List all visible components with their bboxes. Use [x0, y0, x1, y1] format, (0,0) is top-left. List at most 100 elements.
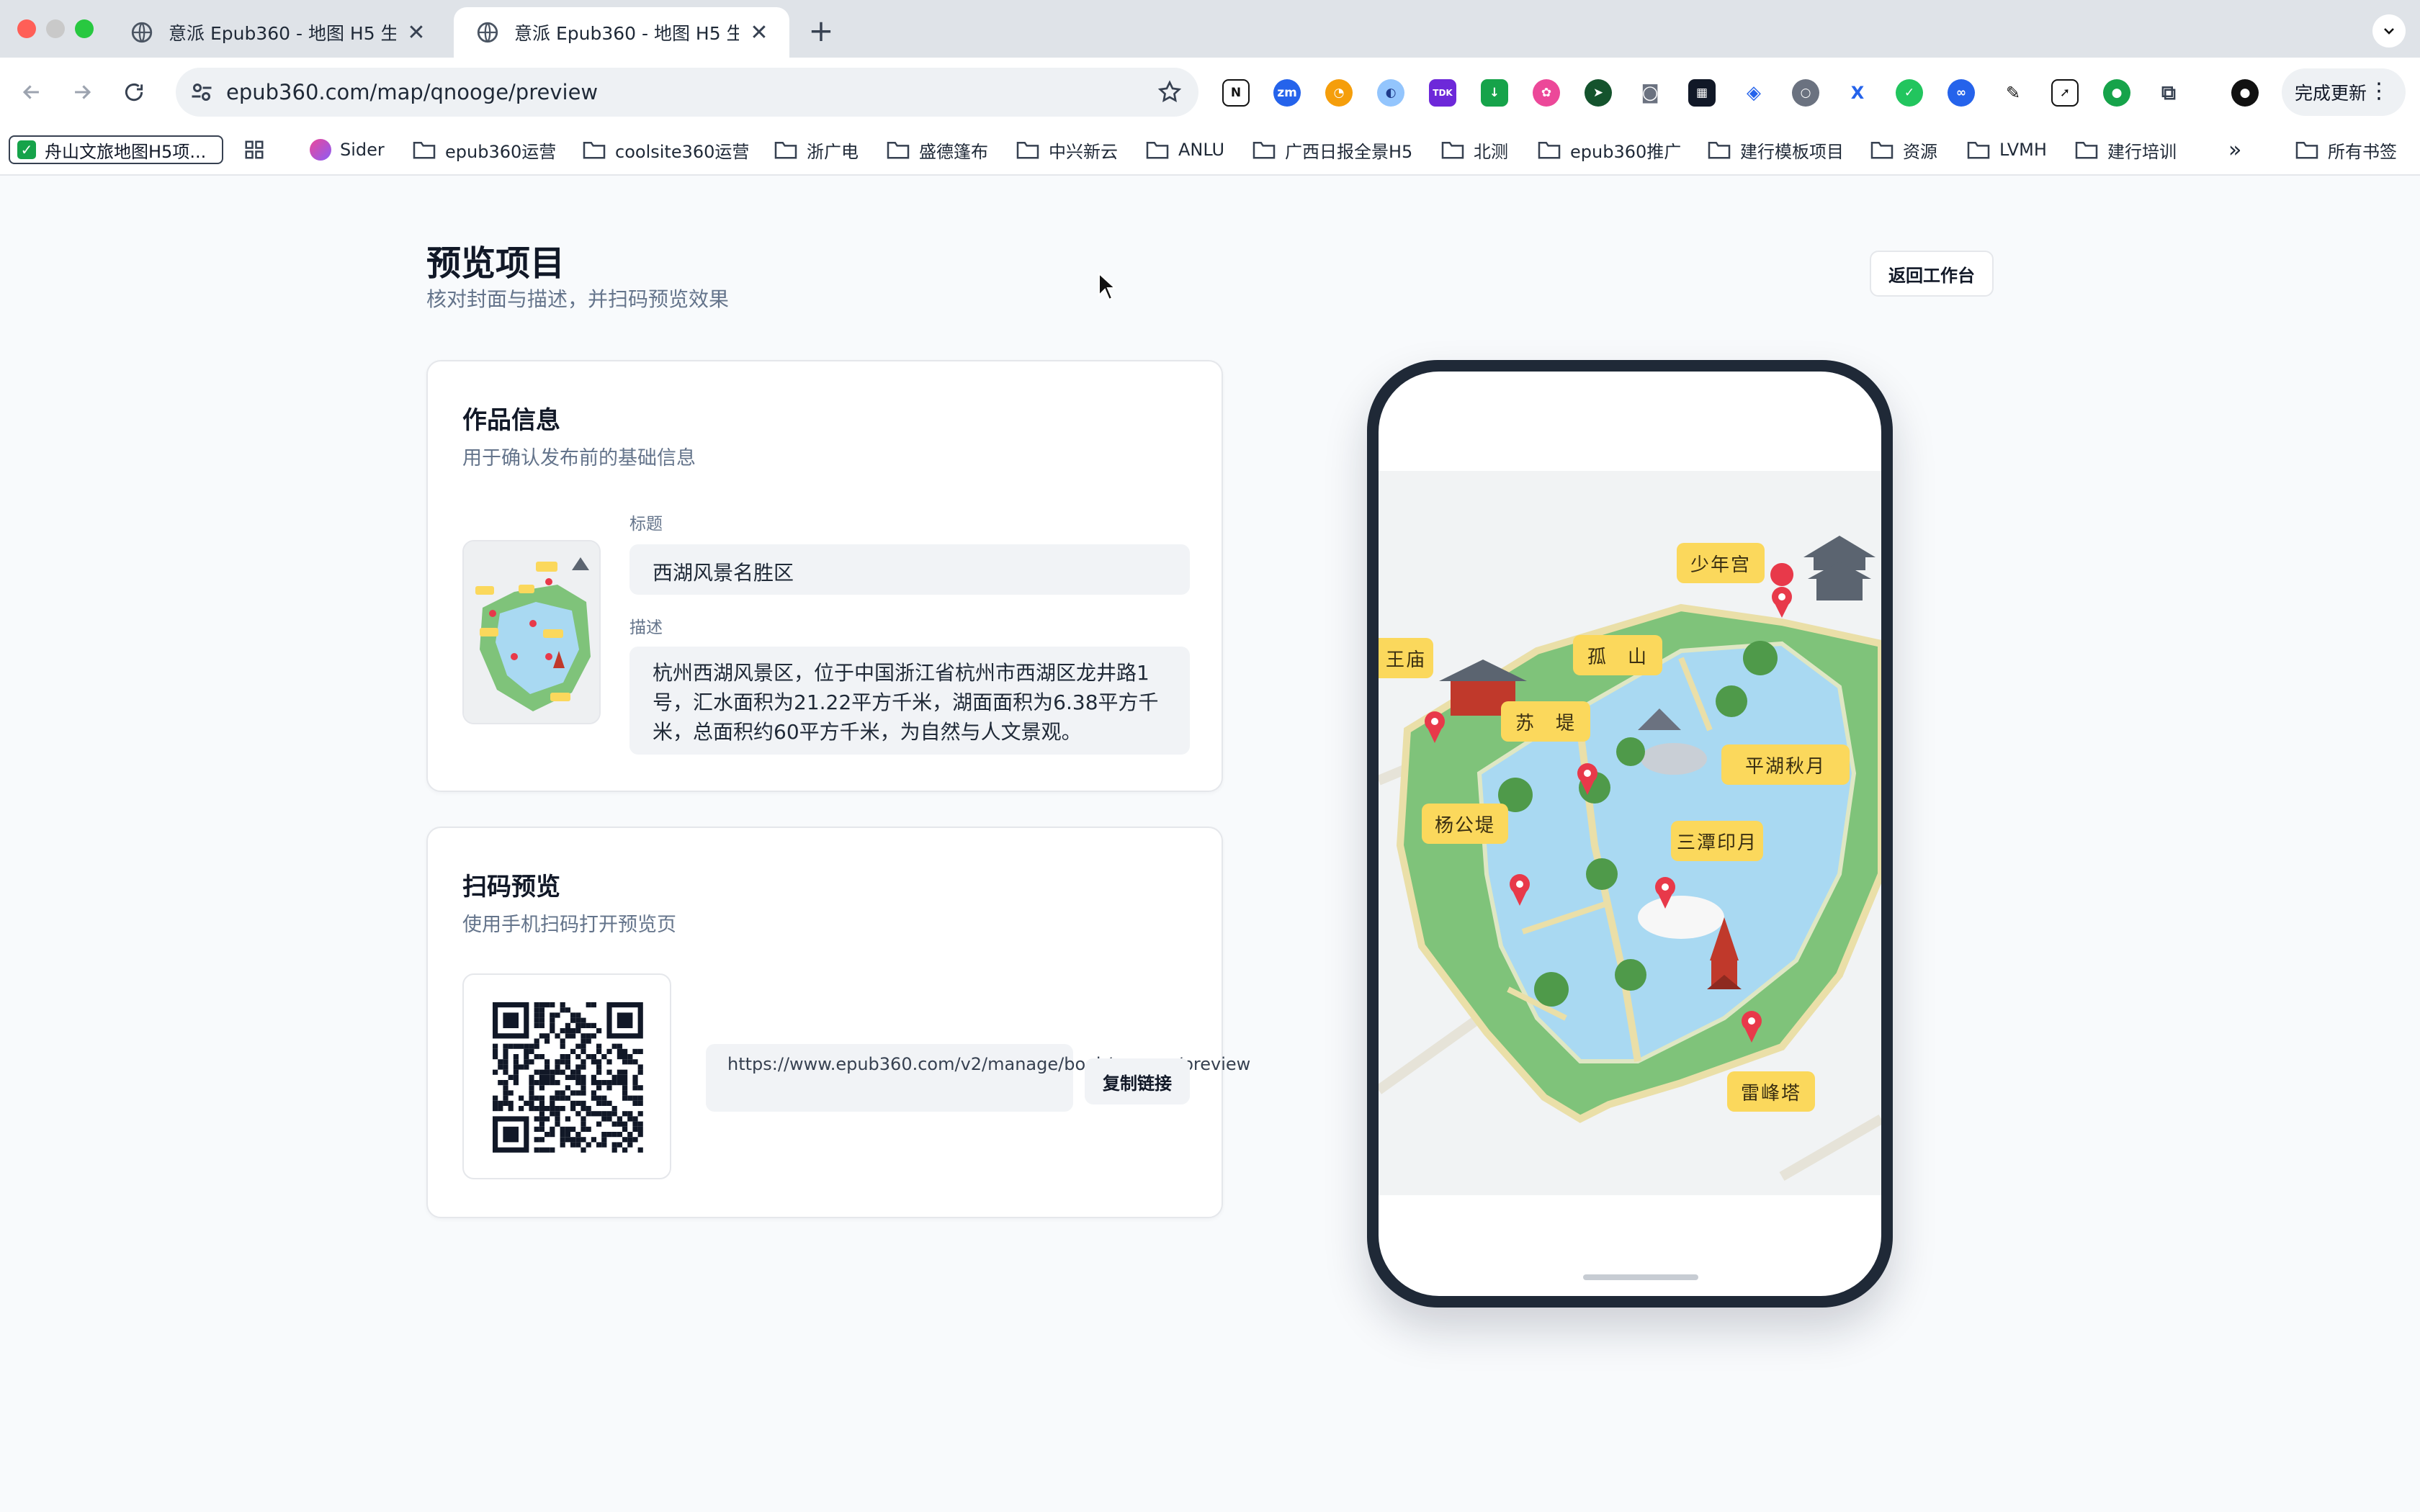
reload-button[interactable] [117, 75, 151, 109]
bookmarks-bar: ✓ 舟山文旅地图H5项... Sider epub360运营 coolsite3… [0, 127, 2420, 176]
back-to-workbench-button[interactable]: 返回工作台 [1870, 251, 1994, 297]
map-label-pinghu-qiuyue[interactable]: 平湖秋月 [1721, 744, 1850, 785]
tdk-icon[interactable]: TDK [1429, 79, 1456, 107]
folder-icon [1538, 141, 1561, 159]
phone-screen: 少年宫 王庙 孤 山 苏 堤 平湖秋月 杨公堤 三潭印月 雷峰塔 [1379, 372, 1881, 1296]
bookmark-folder[interactable]: epub360推广 [1537, 135, 1681, 164]
description-field[interactable]: 杭州西湖风景区，位于中国浙江省杭州市西湖区龙井路1号，汇水面积为21.22平方千… [629, 647, 1190, 755]
tab-strip: 意派 Epub360 - 地图 H5 生成器 ✕ 意派 Epub360 - 地图… [0, 0, 2420, 58]
map-thumbnail-image [464, 541, 599, 723]
more-menu-icon[interactable]: ⋮ [2368, 78, 2390, 104]
folder-icon [1441, 141, 1464, 159]
address-url[interactable]: epub360.com/map/qnooge/preview [226, 80, 598, 104]
cover-thumbnail[interactable] [462, 540, 601, 724]
bookmark-label: coolsite360运营 [615, 141, 750, 162]
tab-1[interactable]: 意派 Epub360 - 地图 H5 生成器 ✕ [108, 7, 447, 58]
back-button[interactable] [14, 75, 49, 109]
check-icon[interactable]: ✓ [1896, 79, 1923, 107]
circle-icon[interactable]: ○ [1792, 79, 1819, 107]
apps-button[interactable] [243, 135, 265, 164]
folder-icon [1146, 141, 1169, 159]
bookmarks-overflow-button[interactable]: » [2228, 135, 2241, 164]
bookmark-folder[interactable]: 资源 [1870, 135, 1937, 164]
feather-icon[interactable]: ◐ [1377, 79, 1404, 107]
bookmark-folder[interactable]: 北测 [1440, 135, 1508, 164]
x-icon[interactable]: X [1844, 79, 1871, 107]
new-tab-button[interactable]: + [804, 13, 838, 48]
tab-2[interactable]: 意派 Epub360 - 地图 H5 生成器 ✕ [454, 7, 789, 58]
camera-icon[interactable]: ◙ [1636, 79, 1664, 107]
copy-link-button[interactable]: 复制链接 [1085, 1058, 1190, 1104]
bookmark-label: 建行培训 [2107, 141, 2177, 162]
folder-icon [2075, 141, 2098, 159]
site-settings-icon[interactable] [189, 79, 215, 105]
bookmark-folder[interactable]: 建行模板项目 [1707, 135, 1844, 164]
bookmark-folder[interactable]: 所有书签 [2295, 135, 2397, 164]
close-window-button[interactable] [17, 19, 36, 38]
clock-icon[interactable]: ◔ [1325, 79, 1353, 107]
bookmark-folder[interactable]: 盛德篷布 [886, 135, 988, 164]
avatar-icon[interactable]: ● [2231, 79, 2259, 107]
bookmark-label: 中兴新云 [1049, 141, 1118, 162]
arrow-left-icon [22, 85, 39, 99]
bookmark-folder[interactable]: ANLU [1145, 135, 1224, 164]
bookmark-label: 资源 [1903, 141, 1937, 162]
folder-icon [1967, 141, 1990, 159]
bookmark-folder[interactable]: coolsite360运营 [582, 135, 749, 164]
bookmark-folder[interactable]: 浙广电 [774, 135, 859, 164]
map-label-shaonian-gong[interactable]: 少年宫 [1677, 543, 1765, 583]
maximize-window-button[interactable] [75, 19, 94, 38]
bookmark-star-icon[interactable] [1157, 79, 1183, 105]
bookmark-item[interactable]: Sider [310, 135, 385, 164]
title-field[interactable]: 西湖风景名胜区 [629, 544, 1190, 595]
download-icon[interactable]: ↓ [1481, 79, 1508, 107]
bookmark-label: 广西日报全景H5 [1285, 141, 1413, 162]
folder-icon [413, 141, 436, 159]
close-icon[interactable]: ✕ [746, 19, 772, 45]
link-icon[interactable]: ∞ [1948, 79, 1975, 107]
bookmark-folder[interactable]: 广西日报全景H5 [1252, 135, 1412, 164]
map-preview[interactable]: 少年宫 王庙 孤 山 苏 堤 平湖秋月 杨公堤 三潭印月 雷峰塔 [1379, 471, 1881, 1195]
map-label-wang-miao[interactable]: 王庙 [1379, 638, 1433, 678]
wechat-icon[interactable]: ● [2103, 79, 2130, 107]
home-indicator [1583, 1274, 1698, 1280]
puzzle-icon[interactable]: ⧉ [2155, 79, 2182, 107]
minimize-window-button[interactable] [46, 19, 65, 38]
page-subtitle: 核对封面与描述，并扫码预览效果 [426, 287, 730, 311]
update-label: 完成更新 [2295, 83, 2367, 104]
layers-icon[interactable]: ◈ [1740, 79, 1767, 107]
info-card: 作品信息 用于确认发布前的基础信息 标题 西湖风景名胜区 描述 杭州西湖风景区，… [426, 360, 1223, 792]
bookmark-folder[interactable]: LVMH [1966, 135, 2047, 164]
qr-card: 扫码预览 使用手机扫码打开预览页 https://www.epub360.com… [426, 827, 1250, 1218]
brain-icon[interactable]: ✿ [1533, 79, 1560, 107]
page-content: 预览项目 核对封面与描述，并扫码预览效果 返回工作台 作品信息 用于确认发布前的… [0, 176, 2420, 1512]
map-label-yanggong-di[interactable]: 杨公堤 [1422, 804, 1508, 844]
close-icon[interactable]: ✕ [403, 19, 429, 45]
reload-icon [125, 83, 143, 102]
address-bar[interactable]: epub360.com/map/qnooge/preview [176, 68, 1198, 117]
tab-search-button[interactable] [2372, 14, 2406, 48]
cursor-icon[interactable]: ➤ [1585, 79, 1612, 107]
sider-icon [310, 139, 331, 161]
phone-frame: 少年宫 王庙 孤 山 苏 堤 平湖秋月 杨公堤 三潭印月 雷峰塔 [1367, 360, 1893, 1308]
zm-icon[interactable]: zm [1273, 79, 1301, 107]
map-label-sudi[interactable]: 苏 堤 [1501, 701, 1590, 742]
map-label-santan-yinyue[interactable]: 三潭印月 [1671, 821, 1763, 861]
qr-icon[interactable]: ▦ [1688, 79, 1716, 107]
bookmark-label: 舟山文旅地图H5项... [45, 141, 207, 162]
send-icon[interactable]: ➚ [2051, 79, 2079, 107]
map-label-leifeng-ta[interactable]: 雷峰塔 [1727, 1071, 1815, 1112]
bookmark-label: ANLU [1178, 140, 1225, 160]
map-label-gushan[interactable]: 孤 山 [1573, 635, 1662, 675]
chevron-down-icon [2384, 28, 2394, 35]
preview-link[interactable]: https://www.epub360.com/v2/manage/book/q… [706, 1044, 1250, 1112]
bookmark-folder[interactable]: 建行培训 [2074, 135, 2177, 164]
notion-icon[interactable]: N [1222, 79, 1250, 107]
folder-icon [774, 141, 797, 159]
bookmark-item[interactable]: ✓ 舟山文旅地图H5项... [9, 135, 223, 164]
forward-button[interactable] [65, 75, 99, 109]
pen-icon[interactable]: ✎ [1999, 79, 2027, 107]
bookmark-folder[interactable]: 中兴新云 [1016, 135, 1118, 164]
update-button[interactable]: 完成更新 ⋮ [2282, 68, 2406, 116]
bookmark-folder[interactable]: epub360运营 [412, 135, 556, 164]
